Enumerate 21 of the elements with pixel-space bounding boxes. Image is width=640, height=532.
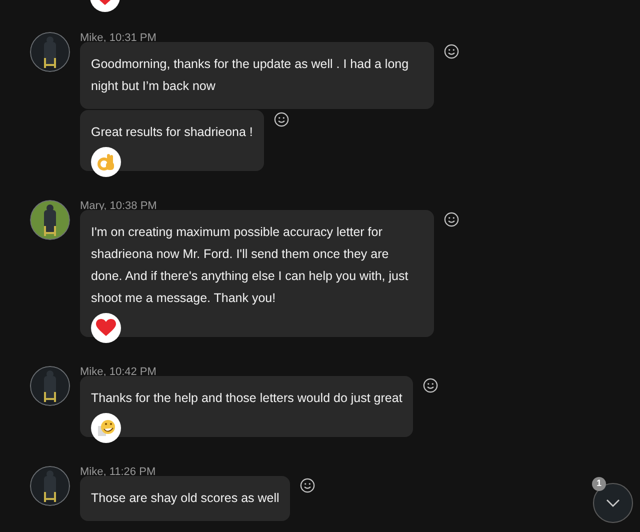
sender-meta: Mike, 11:26 PM: [80, 466, 156, 476]
unread-badge: 1: [592, 477, 606, 491]
message-text: Great results for shadrieona !: [91, 124, 253, 141]
smiley-icon[interactable]: [274, 112, 289, 127]
laughing-face-icon: [96, 418, 116, 438]
ok-hand-icon: [96, 152, 116, 172]
smiley-icon[interactable]: [444, 44, 459, 59]
sender-meta: Mike, 10:31 PM: [80, 32, 156, 42]
reaction-button[interactable]: [91, 413, 121, 443]
sender-meta: Mary, 10:38 PM: [80, 200, 157, 210]
smiley-icon[interactable]: [300, 478, 316, 493]
reaction-button[interactable]: [91, 147, 121, 177]
message-text: Those are shay old scores as well: [91, 490, 280, 507]
chevron-down-icon: [606, 499, 620, 507]
smiley-icon[interactable]: [423, 378, 438, 393]
message-text: Goodmorning, thanks for the update as well . I had a long night but I’m back now: [91, 56, 410, 95]
sender-meta: Mike, 10:42 PM: [80, 366, 156, 376]
reaction-button[interactable]: [91, 313, 121, 343]
smiley-icon[interactable]: [444, 212, 459, 227]
message-text: I'm on creating maximum possible accuracy letter for shadrieona now Mr. Ford. I'll send them once they are done. And if there's anything else I can help you with, just shoot me a message. Thank you!: [91, 224, 410, 307]
message-text: Thanks for the help and those letters would do just great: [91, 390, 402, 407]
